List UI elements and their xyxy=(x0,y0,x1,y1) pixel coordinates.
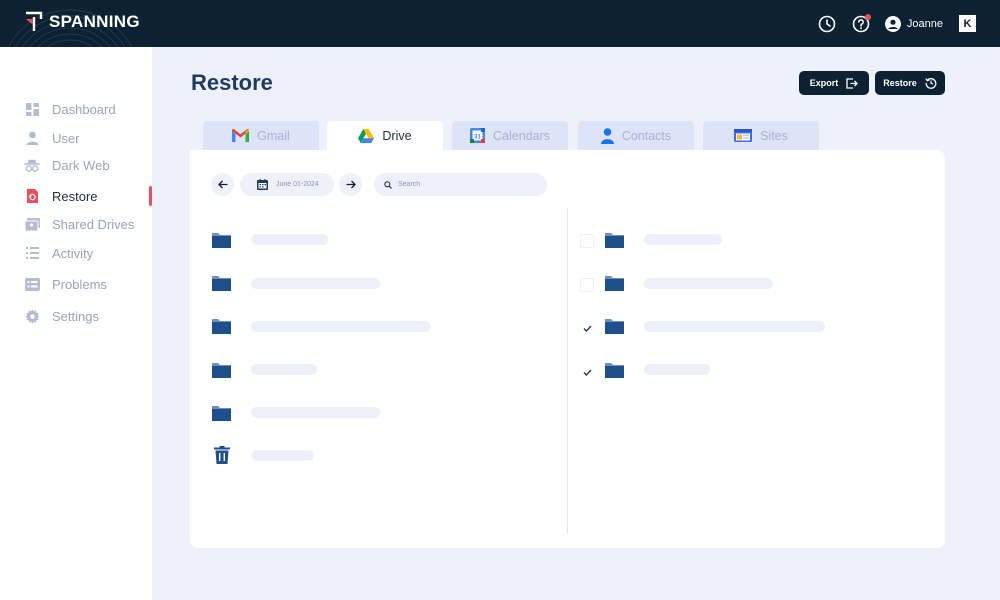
gmail-icon xyxy=(232,129,250,142)
checkmark-icon xyxy=(582,325,592,332)
sidebar-item-label: Dark Web xyxy=(52,157,110,173)
date-value: June 01-2024 xyxy=(276,181,319,188)
row-checkbox-checked[interactable] xyxy=(580,321,594,335)
search-box xyxy=(374,173,547,196)
folder-icon[interactable] xyxy=(212,404,232,422)
list-item[interactable] xyxy=(251,450,314,461)
user-icon xyxy=(24,130,40,146)
search-icon xyxy=(384,180,392,189)
date-picker[interactable]: June 01-2024 xyxy=(240,173,334,196)
restore-icon xyxy=(24,188,40,204)
sidebar-item-restore[interactable]: Restore xyxy=(24,185,152,207)
tab-label: Calendars xyxy=(493,128,550,143)
folder-icon[interactable] xyxy=(605,231,625,249)
list-item[interactable] xyxy=(251,278,380,289)
kaseya-brand-icon[interactable]: K xyxy=(959,15,976,32)
notification-dot xyxy=(864,13,871,20)
arrow-left-icon xyxy=(217,180,227,189)
gear-icon xyxy=(24,308,40,324)
problems-icon xyxy=(24,276,40,292)
sidebar-item-settings[interactable]: Settings xyxy=(24,305,152,327)
folder-icon[interactable] xyxy=(605,317,625,335)
history-icon xyxy=(925,78,937,89)
row-checkbox-checked[interactable] xyxy=(580,365,594,379)
calendar-icon: 31 xyxy=(470,128,485,143)
list-item[interactable] xyxy=(251,321,431,332)
folder-icon[interactable] xyxy=(605,274,625,292)
list-item[interactable] xyxy=(251,364,317,375)
tab-calendars[interactable]: 31 Calendars xyxy=(452,121,568,150)
tab-label: Gmail xyxy=(257,128,290,143)
spy-icon xyxy=(24,157,40,173)
sidebar-item-label: Settings xyxy=(52,308,99,324)
activity-icon xyxy=(24,245,40,261)
sidebar-item-problems[interactable]: Problems xyxy=(24,273,152,295)
calendar-icon xyxy=(257,179,268,190)
export-button-label: Export xyxy=(809,78,839,88)
sidebar-item-activity[interactable]: Activity xyxy=(24,242,152,264)
dashboard-icon xyxy=(24,101,40,117)
tab-contacts[interactable]: Contacts xyxy=(578,121,694,150)
next-date-button[interactable] xyxy=(339,173,362,196)
restore-button-label: Restore xyxy=(883,78,917,88)
sidebar-item-dashboard[interactable]: Dashboard xyxy=(24,98,152,120)
drive-icon xyxy=(358,129,375,143)
sidebar-item-label: User xyxy=(52,130,80,146)
tab-label: Contacts xyxy=(621,128,672,143)
tab-drive[interactable]: Drive xyxy=(327,121,443,151)
sidebar-item-dark-web[interactable]: Dark Web xyxy=(24,154,152,176)
history-clock-icon[interactable] xyxy=(817,14,837,34)
brand-name: SPANNING xyxy=(49,12,140,31)
sidebar-item-label: Restore xyxy=(52,188,98,204)
contacts-icon xyxy=(600,127,614,144)
tab-gmail[interactable]: Gmail xyxy=(203,121,319,150)
row-checkbox[interactable] xyxy=(580,234,594,248)
page-title: Restore xyxy=(191,70,273,95)
folder-icon[interactable] xyxy=(212,361,232,379)
avatar-icon xyxy=(884,15,901,32)
folder-icon[interactable] xyxy=(212,317,232,335)
list-item[interactable] xyxy=(644,321,825,332)
list-item[interactable] xyxy=(644,364,710,375)
sites-icon xyxy=(734,129,753,142)
sidebar: Dashboard User Dark Web Restore Shared D… xyxy=(0,47,152,600)
export-icon xyxy=(846,77,859,89)
list-item[interactable] xyxy=(644,278,773,289)
top-bar: SPANNING Joanne K xyxy=(0,0,1000,47)
list-item[interactable] xyxy=(644,234,722,245)
list-item[interactable] xyxy=(251,234,328,245)
arrow-right-icon xyxy=(346,180,356,189)
user-name: Joanne xyxy=(906,17,943,30)
sidebar-item-label: Shared Drives xyxy=(52,216,135,232)
trash-icon[interactable] xyxy=(214,446,230,464)
sidebar-item-label: Dashboard xyxy=(52,101,116,117)
app-logo[interactable]: SPANNING xyxy=(24,11,140,33)
list-item[interactable] xyxy=(251,407,380,418)
folder-icon[interactable] xyxy=(212,231,232,249)
export-button[interactable]: Export xyxy=(799,71,869,95)
column-divider xyxy=(567,208,568,534)
active-indicator xyxy=(149,186,152,206)
user-menu[interactable]: Joanne xyxy=(884,15,943,32)
sidebar-item-label: Problems xyxy=(52,276,107,292)
previous-date-button[interactable] xyxy=(211,173,234,196)
sidebar-item-label: Activity xyxy=(52,245,94,261)
tab-label: Sites xyxy=(760,128,788,143)
search-input[interactable] xyxy=(398,181,538,188)
tab-sites[interactable]: Sites xyxy=(703,121,819,150)
folder-icon[interactable] xyxy=(605,361,625,379)
tab-label: Drive xyxy=(382,129,412,143)
sidebar-item-shared-drives[interactable]: Shared Drives xyxy=(24,213,152,235)
help-icon[interactable] xyxy=(851,13,871,34)
restore-button[interactable]: Restore xyxy=(875,71,945,95)
row-checkbox[interactable] xyxy=(580,278,594,292)
folder-icon[interactable] xyxy=(212,274,232,292)
svg-text:31: 31 xyxy=(474,135,481,141)
checkmark-icon xyxy=(582,369,592,376)
sidebar-item-user[interactable]: User xyxy=(24,127,152,149)
shared-drives-icon xyxy=(24,216,40,232)
spanning-logo-icon xyxy=(26,11,43,31)
